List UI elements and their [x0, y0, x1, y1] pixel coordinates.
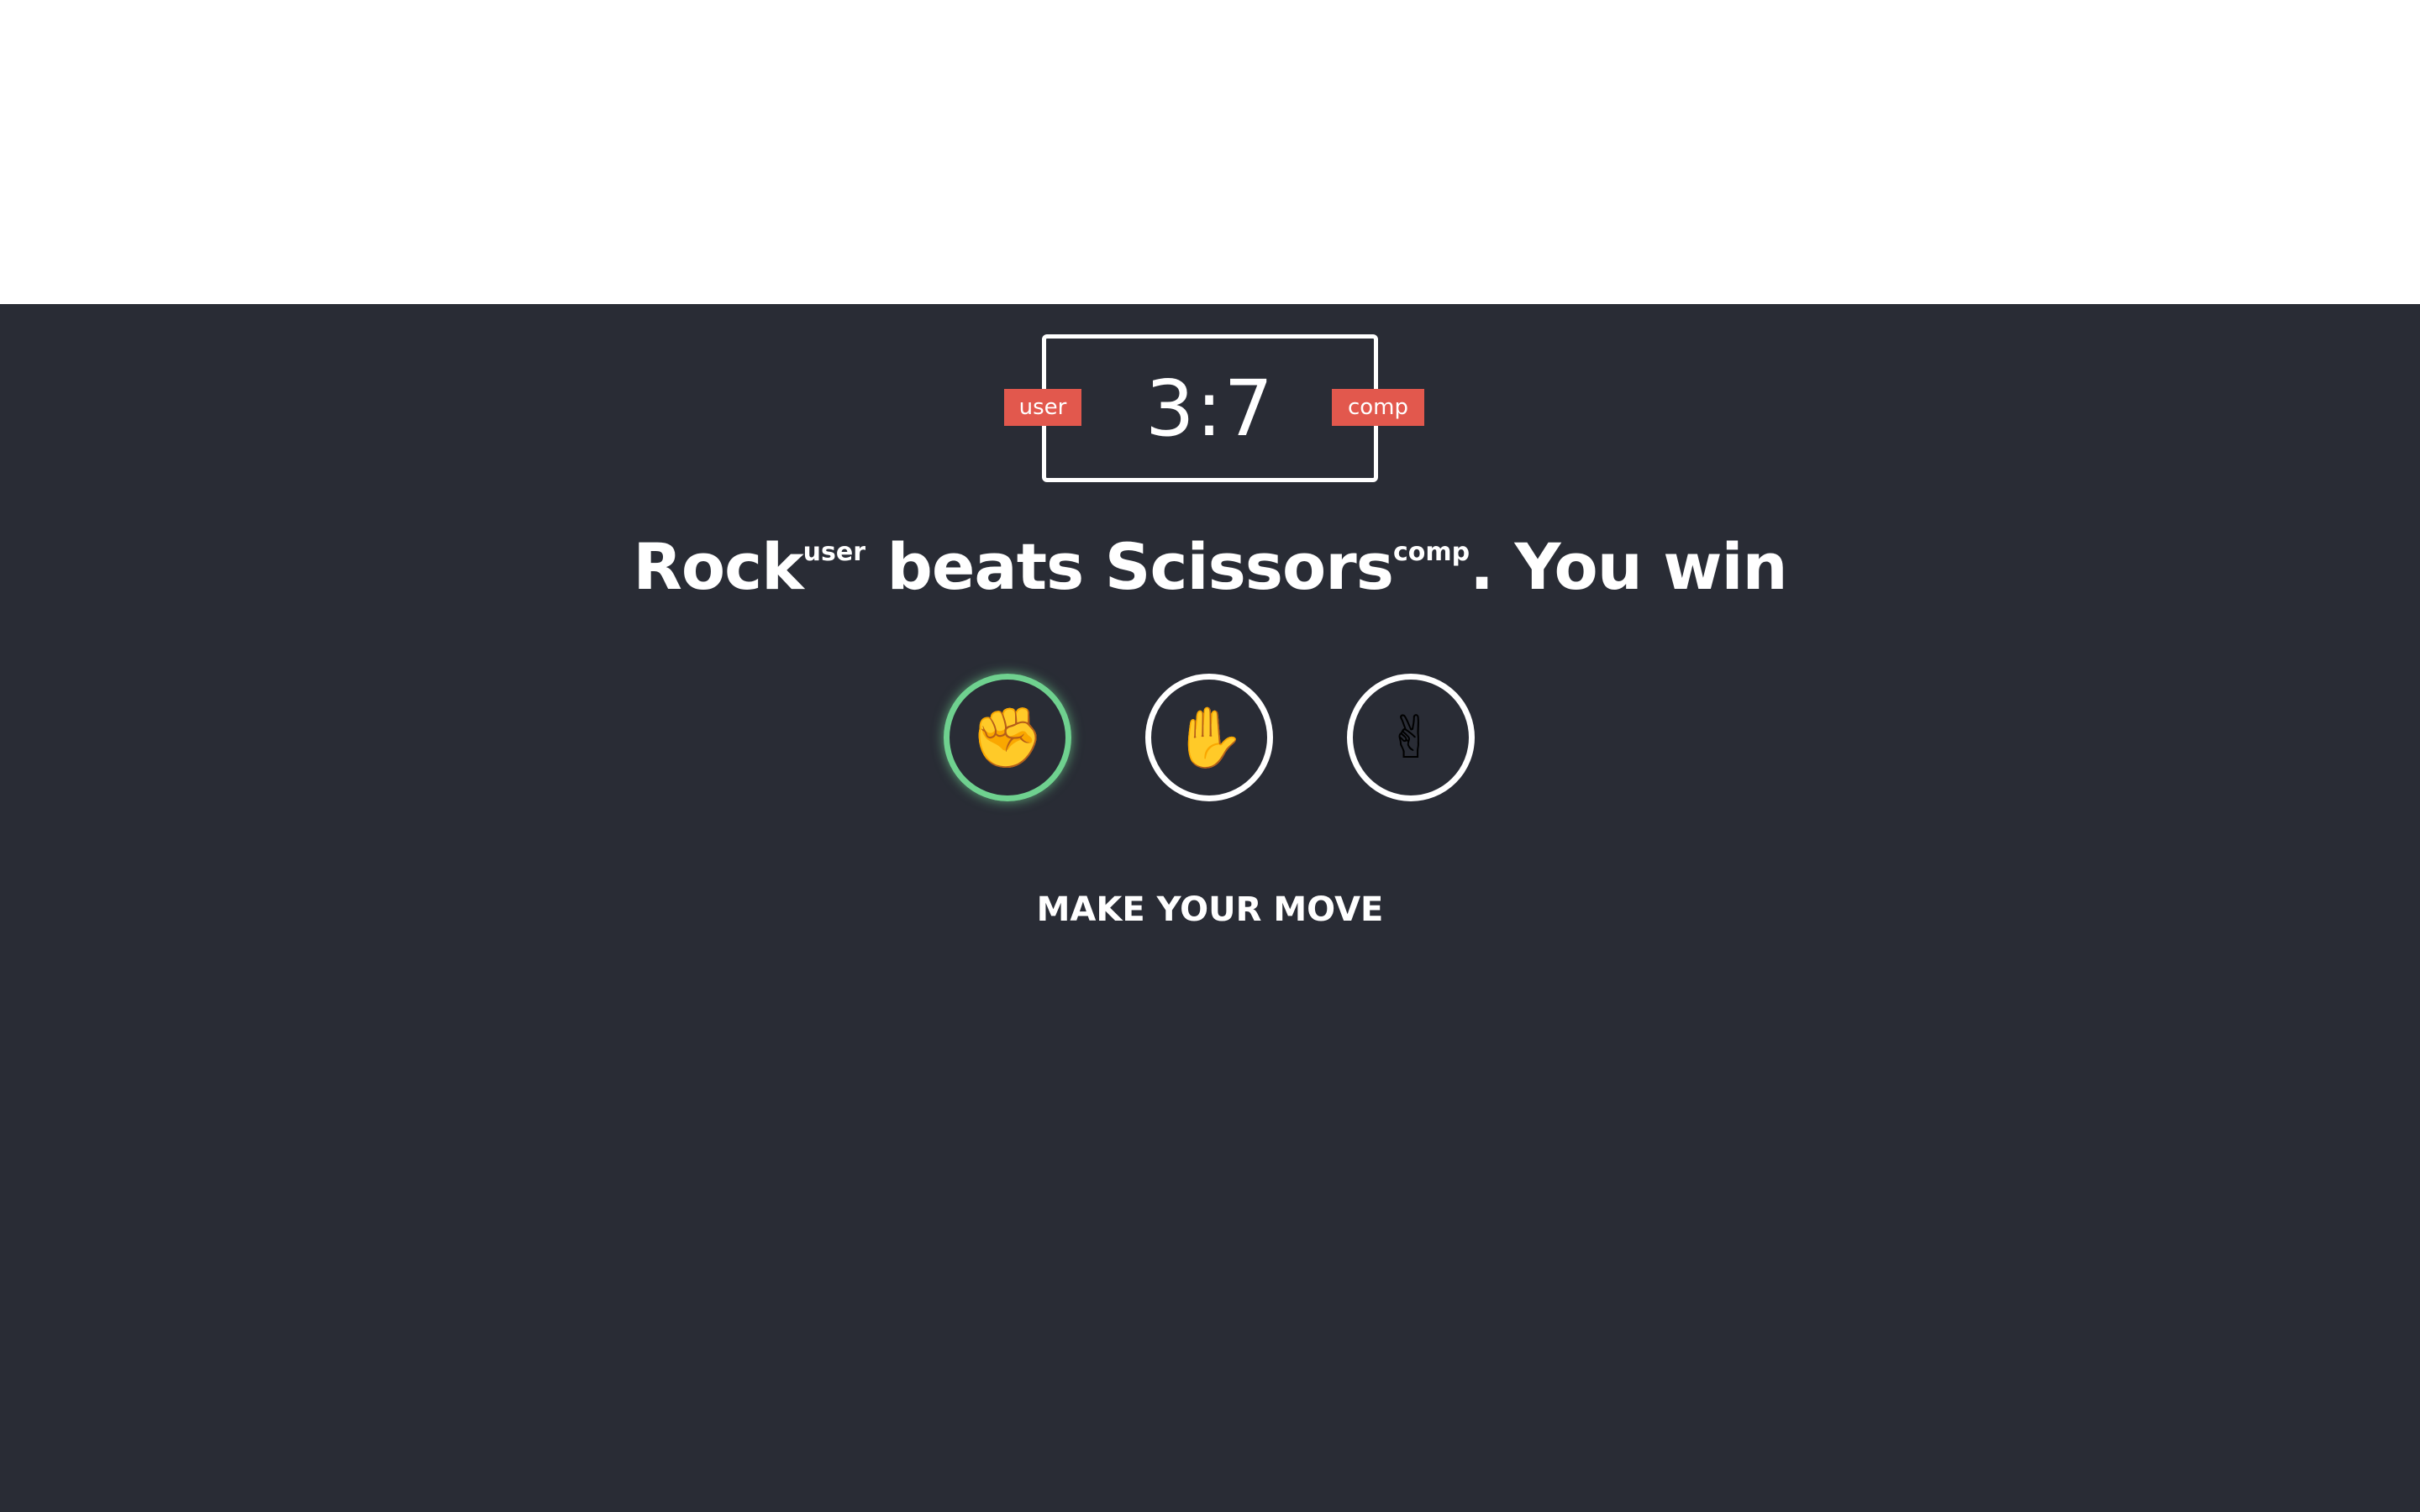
- score-display: 3:7: [1144, 363, 1276, 454]
- scissors-hand-icon: ✌: [1386, 703, 1436, 772]
- make-move-prompt: MAKE YOUR MOVE: [1036, 890, 1384, 929]
- scissors-button[interactable]: ✌: [1347, 674, 1475, 801]
- result-comp-tag: comp: [1392, 537, 1470, 567]
- choice-buttons: ✊ ✋ ✌: [0, 674, 2420, 808]
- rock-hand-icon: ✊: [971, 702, 1044, 772]
- comp-badge: comp: [1332, 389, 1424, 426]
- game-area: 3:7 user comp Rockuser beats Scissorscom…: [0, 304, 2420, 1512]
- result-comp-choice: Scissors: [1104, 529, 1394, 604]
- rock-button[interactable]: ✊: [944, 674, 1071, 801]
- result-user-tag: user: [802, 537, 866, 567]
- result-user-choice: Rock: [633, 529, 803, 604]
- scoreboard: 3:7 user comp: [1004, 334, 1424, 482]
- user-badge: user: [1004, 389, 1081, 426]
- result-message: Rockuser beats Scissorscomp. You win: [0, 529, 2420, 604]
- paper-hand-icon: ✋: [1172, 702, 1246, 772]
- result-outcome: . You win: [1470, 529, 1788, 604]
- result-verb: beats: [865, 529, 1105, 604]
- top-blank-area: [0, 0, 2420, 304]
- paper-button[interactable]: ✋: [1145, 674, 1273, 801]
